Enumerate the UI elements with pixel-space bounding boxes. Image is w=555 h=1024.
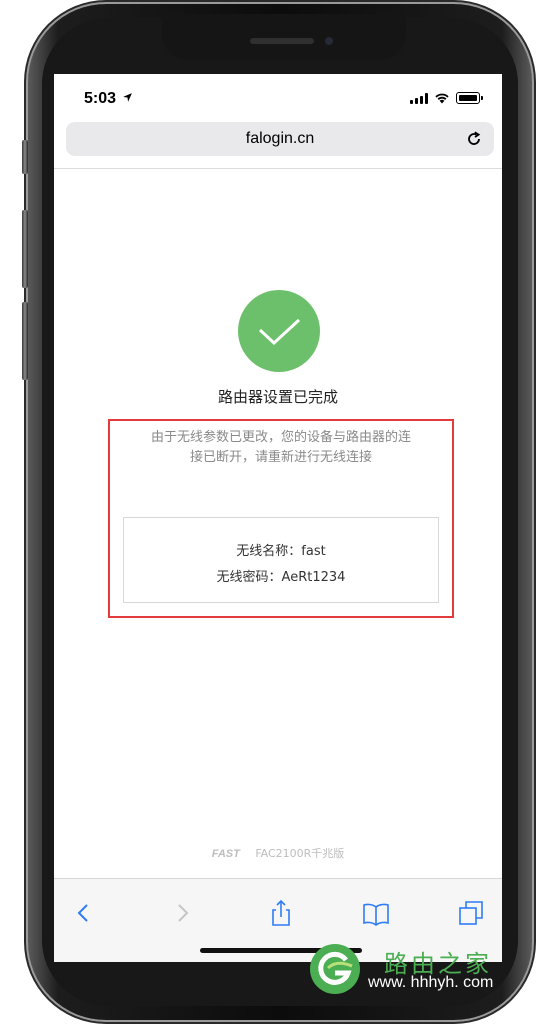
wifi-password: 无线密码：AeRt1234	[216, 570, 346, 585]
success-badge	[238, 290, 320, 372]
chevron-right-icon[interactable]	[168, 899, 196, 927]
model-name: FAC2100R千兆版	[255, 847, 345, 860]
wifi-icon	[435, 93, 449, 104]
watermark-url: www. hhhyh. com	[368, 974, 494, 991]
time-text: 5:03	[84, 90, 117, 107]
volume-up-button	[22, 210, 28, 288]
book-icon[interactable]	[362, 899, 390, 927]
tabs-icon[interactable]	[457, 899, 485, 927]
divider	[54, 168, 502, 169]
message-line-1: 由于无线参数已更改，您的设备与路由器的连	[150, 430, 411, 445]
address-bar[interactable]: falogin.cn	[66, 122, 494, 156]
url-text[interactable]: falogin.cn	[66, 130, 494, 148]
share-icon[interactable]	[267, 899, 295, 927]
mute-switch	[22, 140, 28, 174]
status-time: 5:03	[84, 90, 133, 108]
disconnect-message: 由于无线参数已更改，您的设备与路由器的连 接已断开，请重新进行无线连接	[116, 428, 446, 468]
notch	[162, 14, 406, 60]
status-icons	[410, 92, 483, 104]
front-camera	[325, 37, 333, 45]
chevron-left-icon[interactable]	[70, 899, 98, 927]
brand-logo: FAST	[211, 848, 240, 860]
volume-down-button	[22, 302, 28, 380]
wifi-info-box	[123, 517, 439, 603]
location-arrow-icon	[123, 93, 133, 102]
watermark-logo-icon	[310, 944, 360, 994]
message-line-2: 接已断开，请重新进行无线连接	[189, 450, 372, 465]
battery-icon	[456, 92, 483, 104]
reload-icon[interactable]	[464, 129, 484, 149]
wifi-name: 无线名称：fast	[236, 544, 326, 559]
speaker-grille	[250, 38, 314, 44]
screen: 5:03 falogin.cn 路由器设置已完成 由于无线参数已更改，您的设备与	[54, 74, 502, 962]
footer: FAST FAC2100R千兆版	[54, 845, 502, 861]
checkmark-icon	[258, 318, 301, 346]
cellular-signal-icon	[410, 92, 428, 104]
page-title: 路由器设置已完成	[217, 388, 338, 406]
